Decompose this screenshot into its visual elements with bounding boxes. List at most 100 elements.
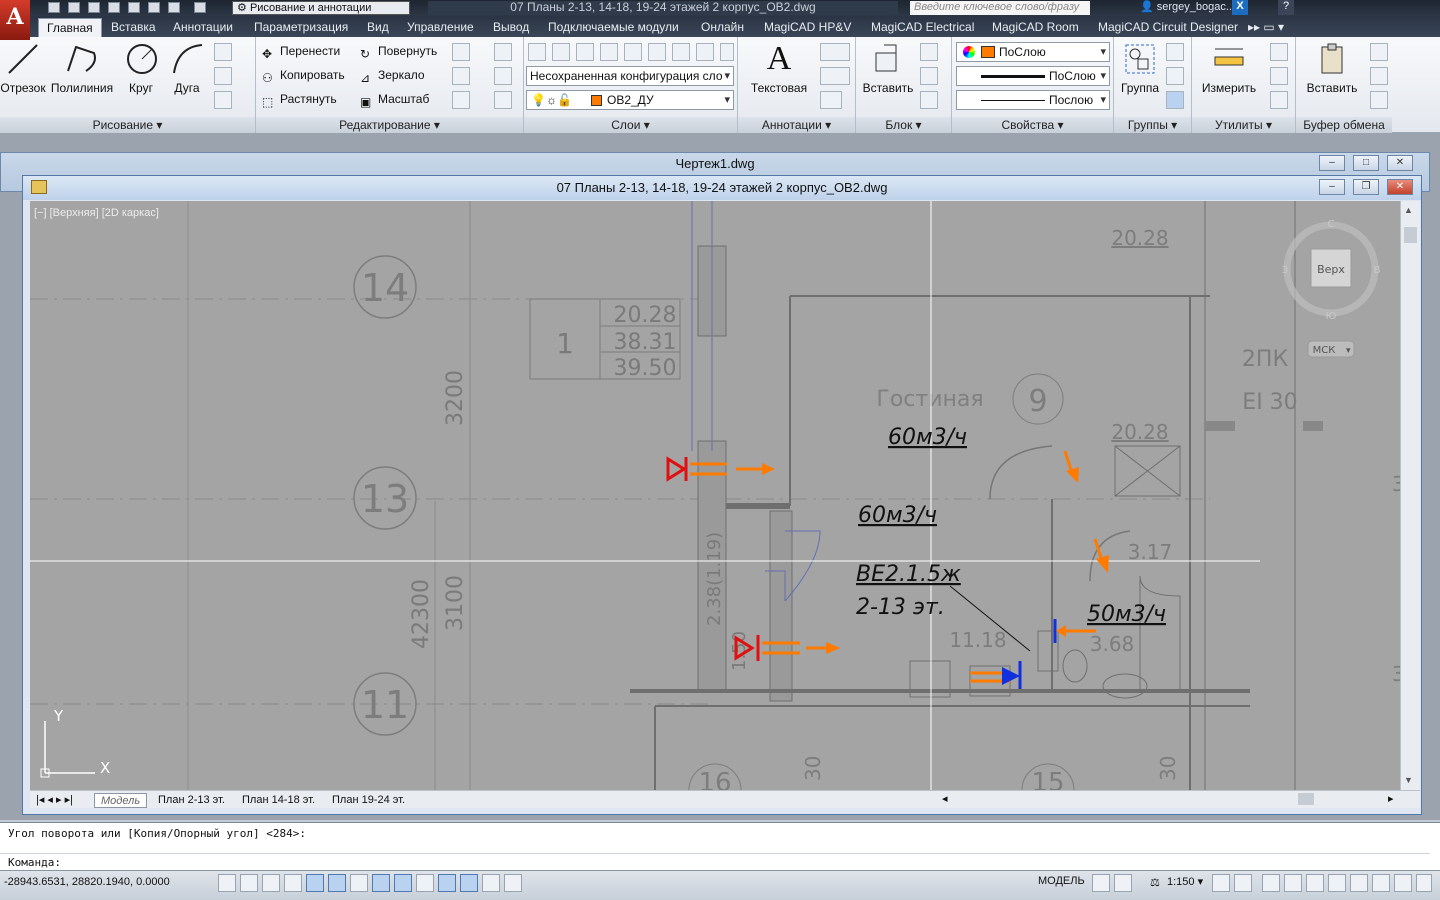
snap-icon[interactable] [240,874,258,892]
layer-match-icon[interactable] [672,43,690,61]
panel-block-label[interactable]: Блок ▾ [856,117,951,133]
rectangle-icon[interactable] [214,43,232,61]
text-button[interactable]: A Текстовая [744,41,814,96]
table-icon[interactable] [820,91,842,109]
command-input[interactable]: Команда: [0,853,1430,871]
array-icon[interactable] [452,91,470,109]
bg-minimize-button[interactable]: – [1319,155,1345,171]
hscroll-right-icon[interactable]: ▸ [1388,792,1394,805]
tab-model[interactable]: Модель [94,793,148,808]
drawing-canvas[interactable]: 14 13 11 3200 3100 42300 1 20.28 38.31 3… [30,201,1400,790]
quick-view-layouts-icon[interactable] [1092,874,1110,892]
print-icon[interactable] [128,2,140,13]
selection-cycling-icon[interactable] [504,874,522,892]
mirror-button[interactable]: ⊿ Зеркало [360,65,425,85]
annotation-visibility-icon[interactable] [1212,874,1230,892]
bulb-icon[interactable] [1372,874,1390,892]
panel-modify-label[interactable]: Редактирование ▾ [256,117,523,133]
tab-online[interactable]: Онлайн [701,18,744,37]
panel-layers-label[interactable]: Слои ▾ [524,117,737,133]
color-select[interactable]: ПоСлою [956,42,1110,62]
leader-icon[interactable] [820,67,850,85]
edit-block-icon[interactable] [920,67,938,85]
help-icon[interactable]: ? [1278,0,1294,15]
user-account[interactable]: 👤 sergey_bogac... [1140,0,1235,16]
osnap-icon[interactable] [328,874,346,892]
quick-properties-icon[interactable] [482,874,500,892]
layout-nav-icons[interactable]: |◂ ◂ ▸ ▸| [30,793,79,808]
3d-osnap-icon[interactable] [350,874,368,892]
tab-output[interactable]: Вывод [493,18,529,37]
model-space-button[interactable]: МОДЕЛЬ [1038,875,1085,887]
panel-annotation-label[interactable]: Аннотации ▾ [738,117,855,133]
infer-constraints-icon[interactable] [218,874,236,892]
tab-layout-1[interactable]: План 2-13 эт. [152,793,231,808]
ducs-icon[interactable] [394,874,412,892]
panel-utilities-label[interactable]: Утилиты ▾ [1192,117,1295,133]
match-properties-icon[interactable] [1370,91,1388,109]
cut-icon[interactable] [1370,43,1388,61]
annotation-scale[interactable]: 1:150 ▾ [1167,875,1203,888]
layer-previous-icon[interactable] [696,43,714,61]
calculator-icon[interactable] [1270,91,1288,109]
auto-scale-icon[interactable] [1234,874,1252,892]
tab-annotate[interactable]: Аннотации [173,18,233,37]
layer-off-icon[interactable] [648,43,666,61]
minimize-button[interactable]: – [1319,179,1345,195]
tab-insert[interactable]: Вставка [111,18,156,37]
transparency-icon[interactable] [460,874,478,892]
clean-screen-icon[interactable] [1416,874,1432,892]
application-menu-button[interactable]: A [0,0,30,40]
tab-manage[interactable]: Управление [407,18,474,37]
isolate-objects-icon[interactable] [1328,874,1346,892]
paste-button[interactable]: Вставить [1300,41,1364,95]
more-tabs-icon[interactable]: ▸▸ ▭ ▾ [1248,18,1284,37]
tab-layout-3[interactable]: План 19-24 эт. [326,793,411,808]
group-button[interactable]: Группа [1118,41,1162,95]
new-icon[interactable] [48,2,60,13]
panel-properties-label[interactable]: Свойства ▾ [952,117,1113,133]
dimension-icon[interactable] [820,43,850,61]
dyn-input-icon[interactable] [416,874,434,892]
scroll-down-icon[interactable]: ▼ [1404,775,1413,785]
viewcube-top-label[interactable]: Верх [1317,263,1345,276]
trim-icon[interactable] [452,43,470,61]
region-icon[interactable] [214,91,232,109]
select-all-icon[interactable] [1270,67,1288,85]
erase-icon[interactable] [494,43,512,61]
tab-magicad-hpv[interactable]: MagiCAD HP&V [764,18,851,37]
linetype-select[interactable]: ПоСлою [956,66,1110,86]
cursor-coordinates[interactable]: -28943.6531, 28820.1940, 0.0000 [4,876,170,888]
layer-unisolate-icon[interactable] [600,43,618,61]
layer-isolate-icon[interactable] [576,43,594,61]
drawing-window-titlebar[interactable]: 07 Планы 2-13, 14-18, 19-24 этажей 2 кор… [23,176,1421,200]
ungroup-icon[interactable] [1166,43,1184,61]
viewport-controls[interactable]: [−] [Верхняя] [2D каркас] [34,207,159,219]
panel-groups-label[interactable]: Группы ▾ [1114,117,1191,133]
fillet-icon[interactable] [452,67,470,85]
attribute-icon[interactable] [920,91,938,109]
tab-magicad-circuit[interactable]: MagiCAD Circuit Designer [1098,18,1238,37]
tab-view[interactable]: Вид [367,18,389,37]
ortho-icon[interactable] [284,874,302,892]
tab-magicad-room[interactable]: MagiCAD Room [992,18,1079,37]
arc-button[interactable]: Дуга [170,41,204,95]
copy-button[interactable]: ⚇ Копировать [262,65,345,85]
layer-properties-icon[interactable] [528,43,546,61]
polyline-button[interactable]: Полилиния [50,41,114,95]
lineweight-select[interactable]: Послою [956,90,1110,110]
undo-icon[interactable] [168,2,180,13]
tab-magicad-electrical[interactable]: MagiCAD Electrical [871,18,974,37]
redo-icon[interactable] [194,2,206,13]
copy-clip-icon[interactable] [1370,67,1388,85]
layer-freeze-icon[interactable] [624,43,642,61]
quick-view-drawings-icon[interactable] [1114,874,1132,892]
polar-icon[interactable] [306,874,324,892]
lineweight-icon[interactable] [438,874,456,892]
move-button[interactable]: ✥ Перенести [262,41,340,61]
grid-icon[interactable] [262,874,280,892]
stretch-button[interactable]: ⬚ Растянуть [262,89,337,109]
exchange-icon[interactable]: X [1232,0,1248,15]
group-edit-icon[interactable] [1166,67,1184,85]
group-select-icon[interactable] [1166,91,1184,109]
